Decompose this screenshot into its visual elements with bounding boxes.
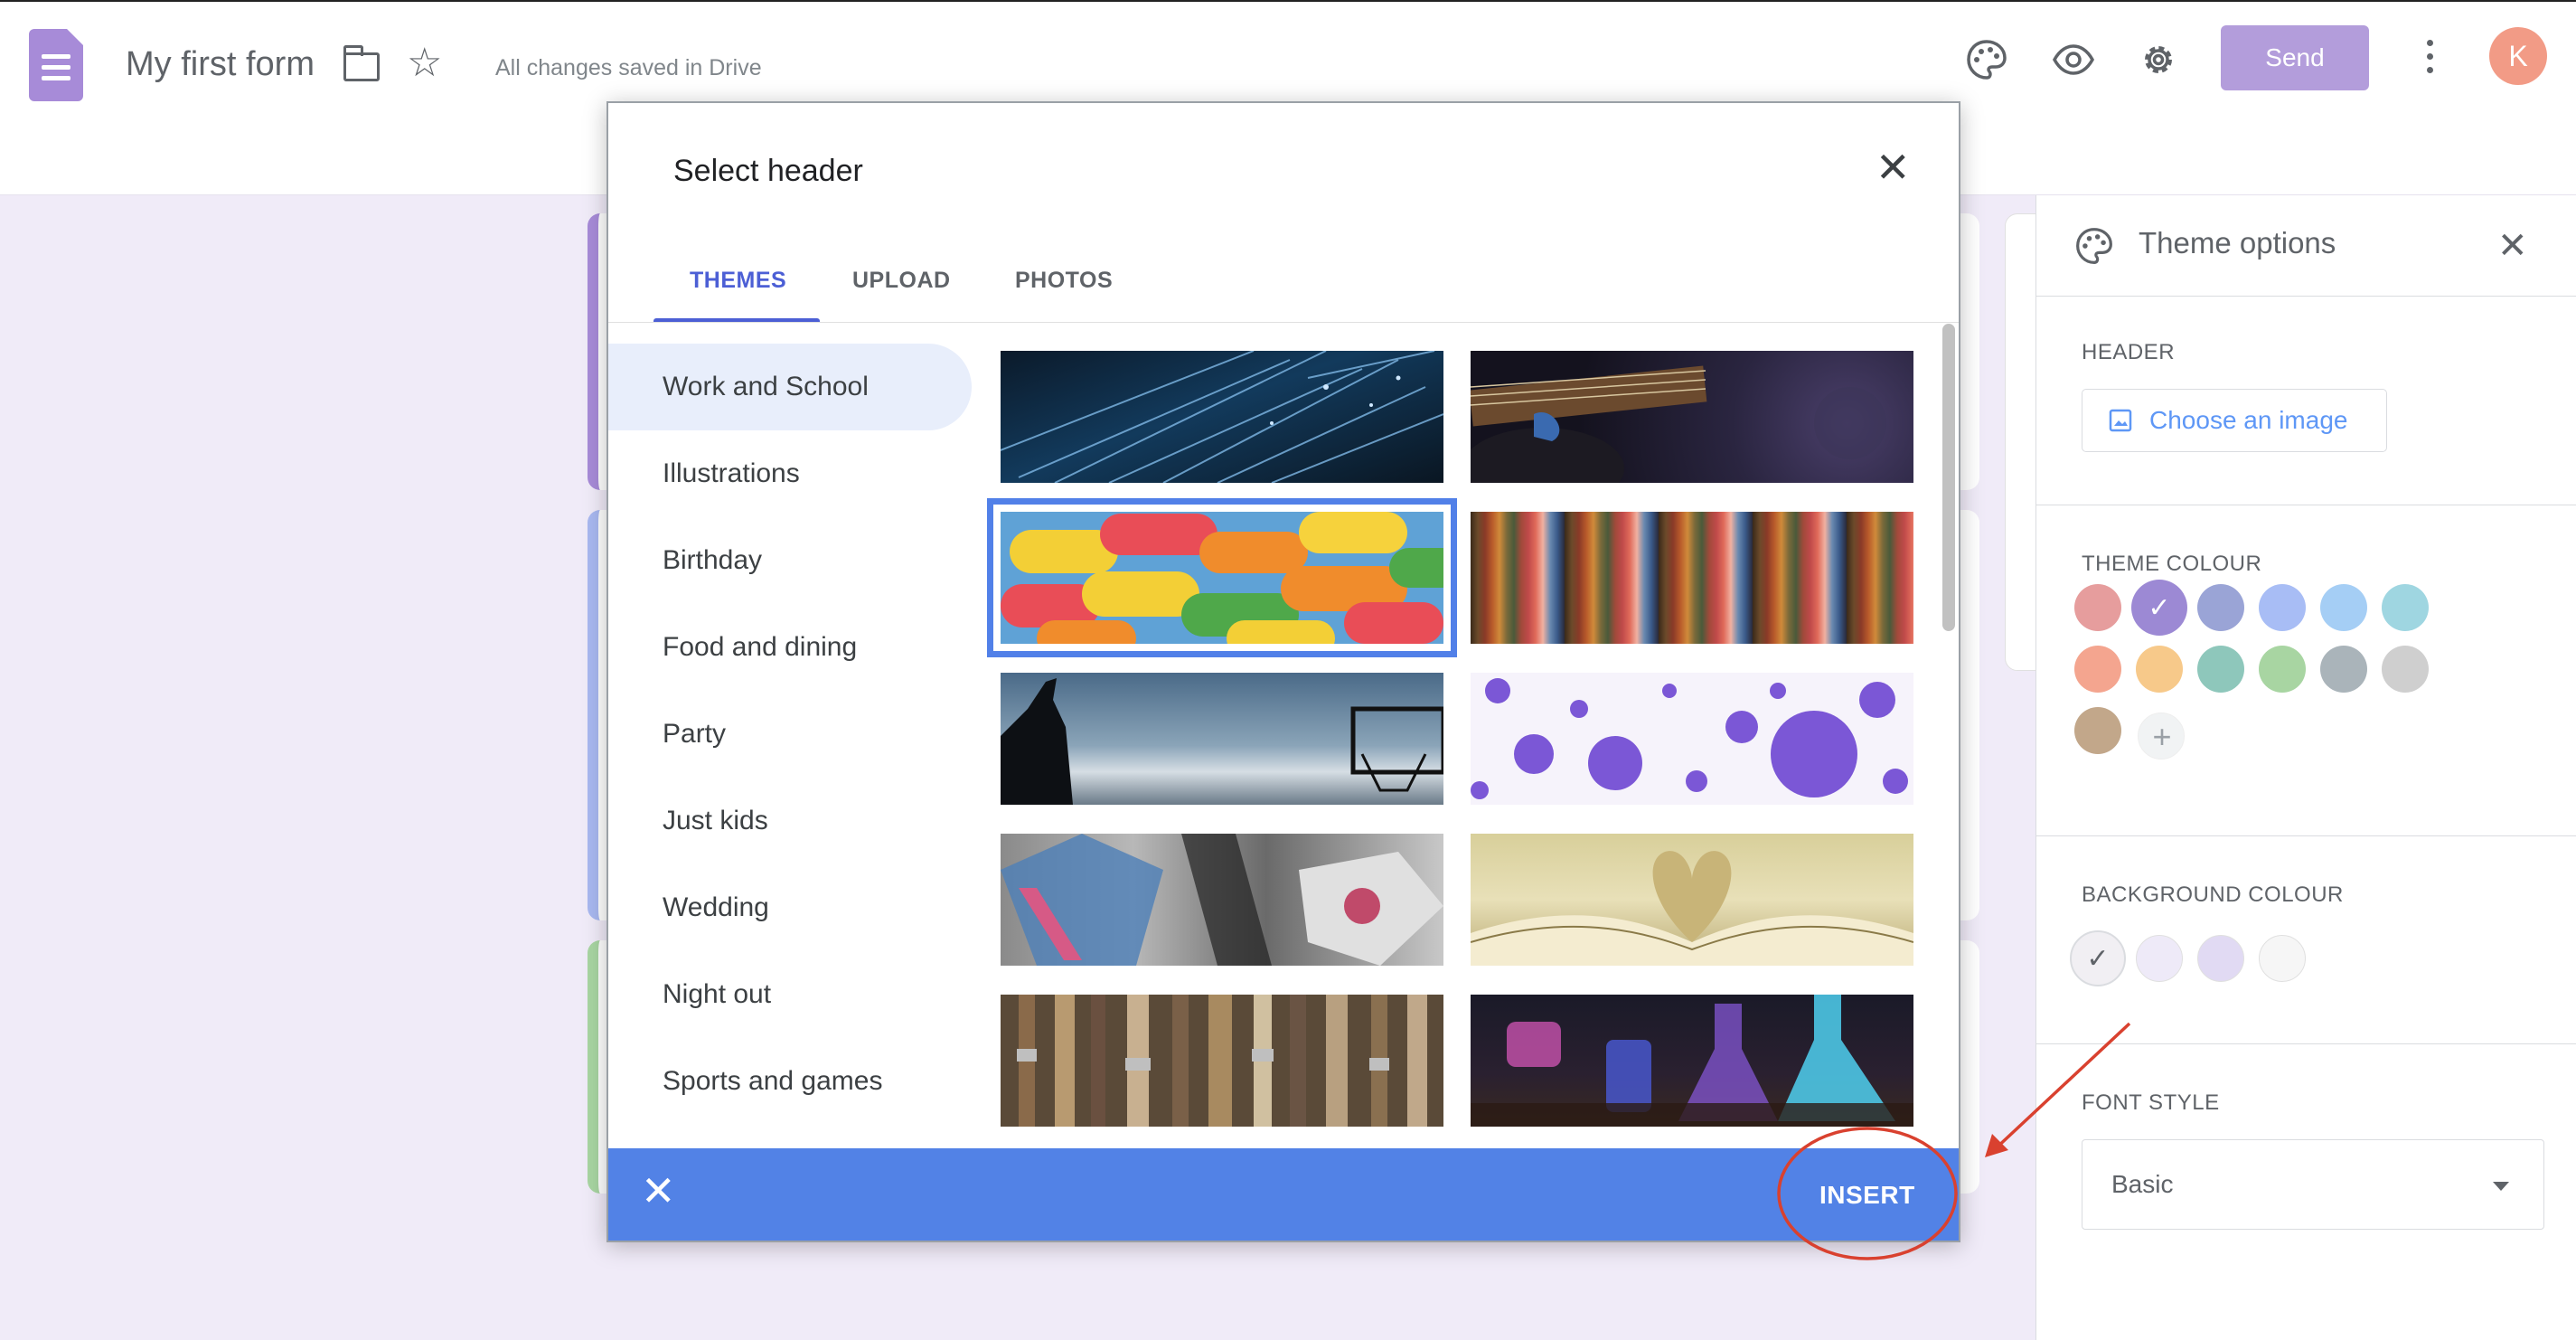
- annotation-arrowhead: [1985, 1134, 2008, 1157]
- annotation-circle: [1777, 1127, 1958, 1260]
- annotation-arrow: [1992, 1022, 2131, 1152]
- annotation-overlay: [1777, 1022, 2131, 1260]
